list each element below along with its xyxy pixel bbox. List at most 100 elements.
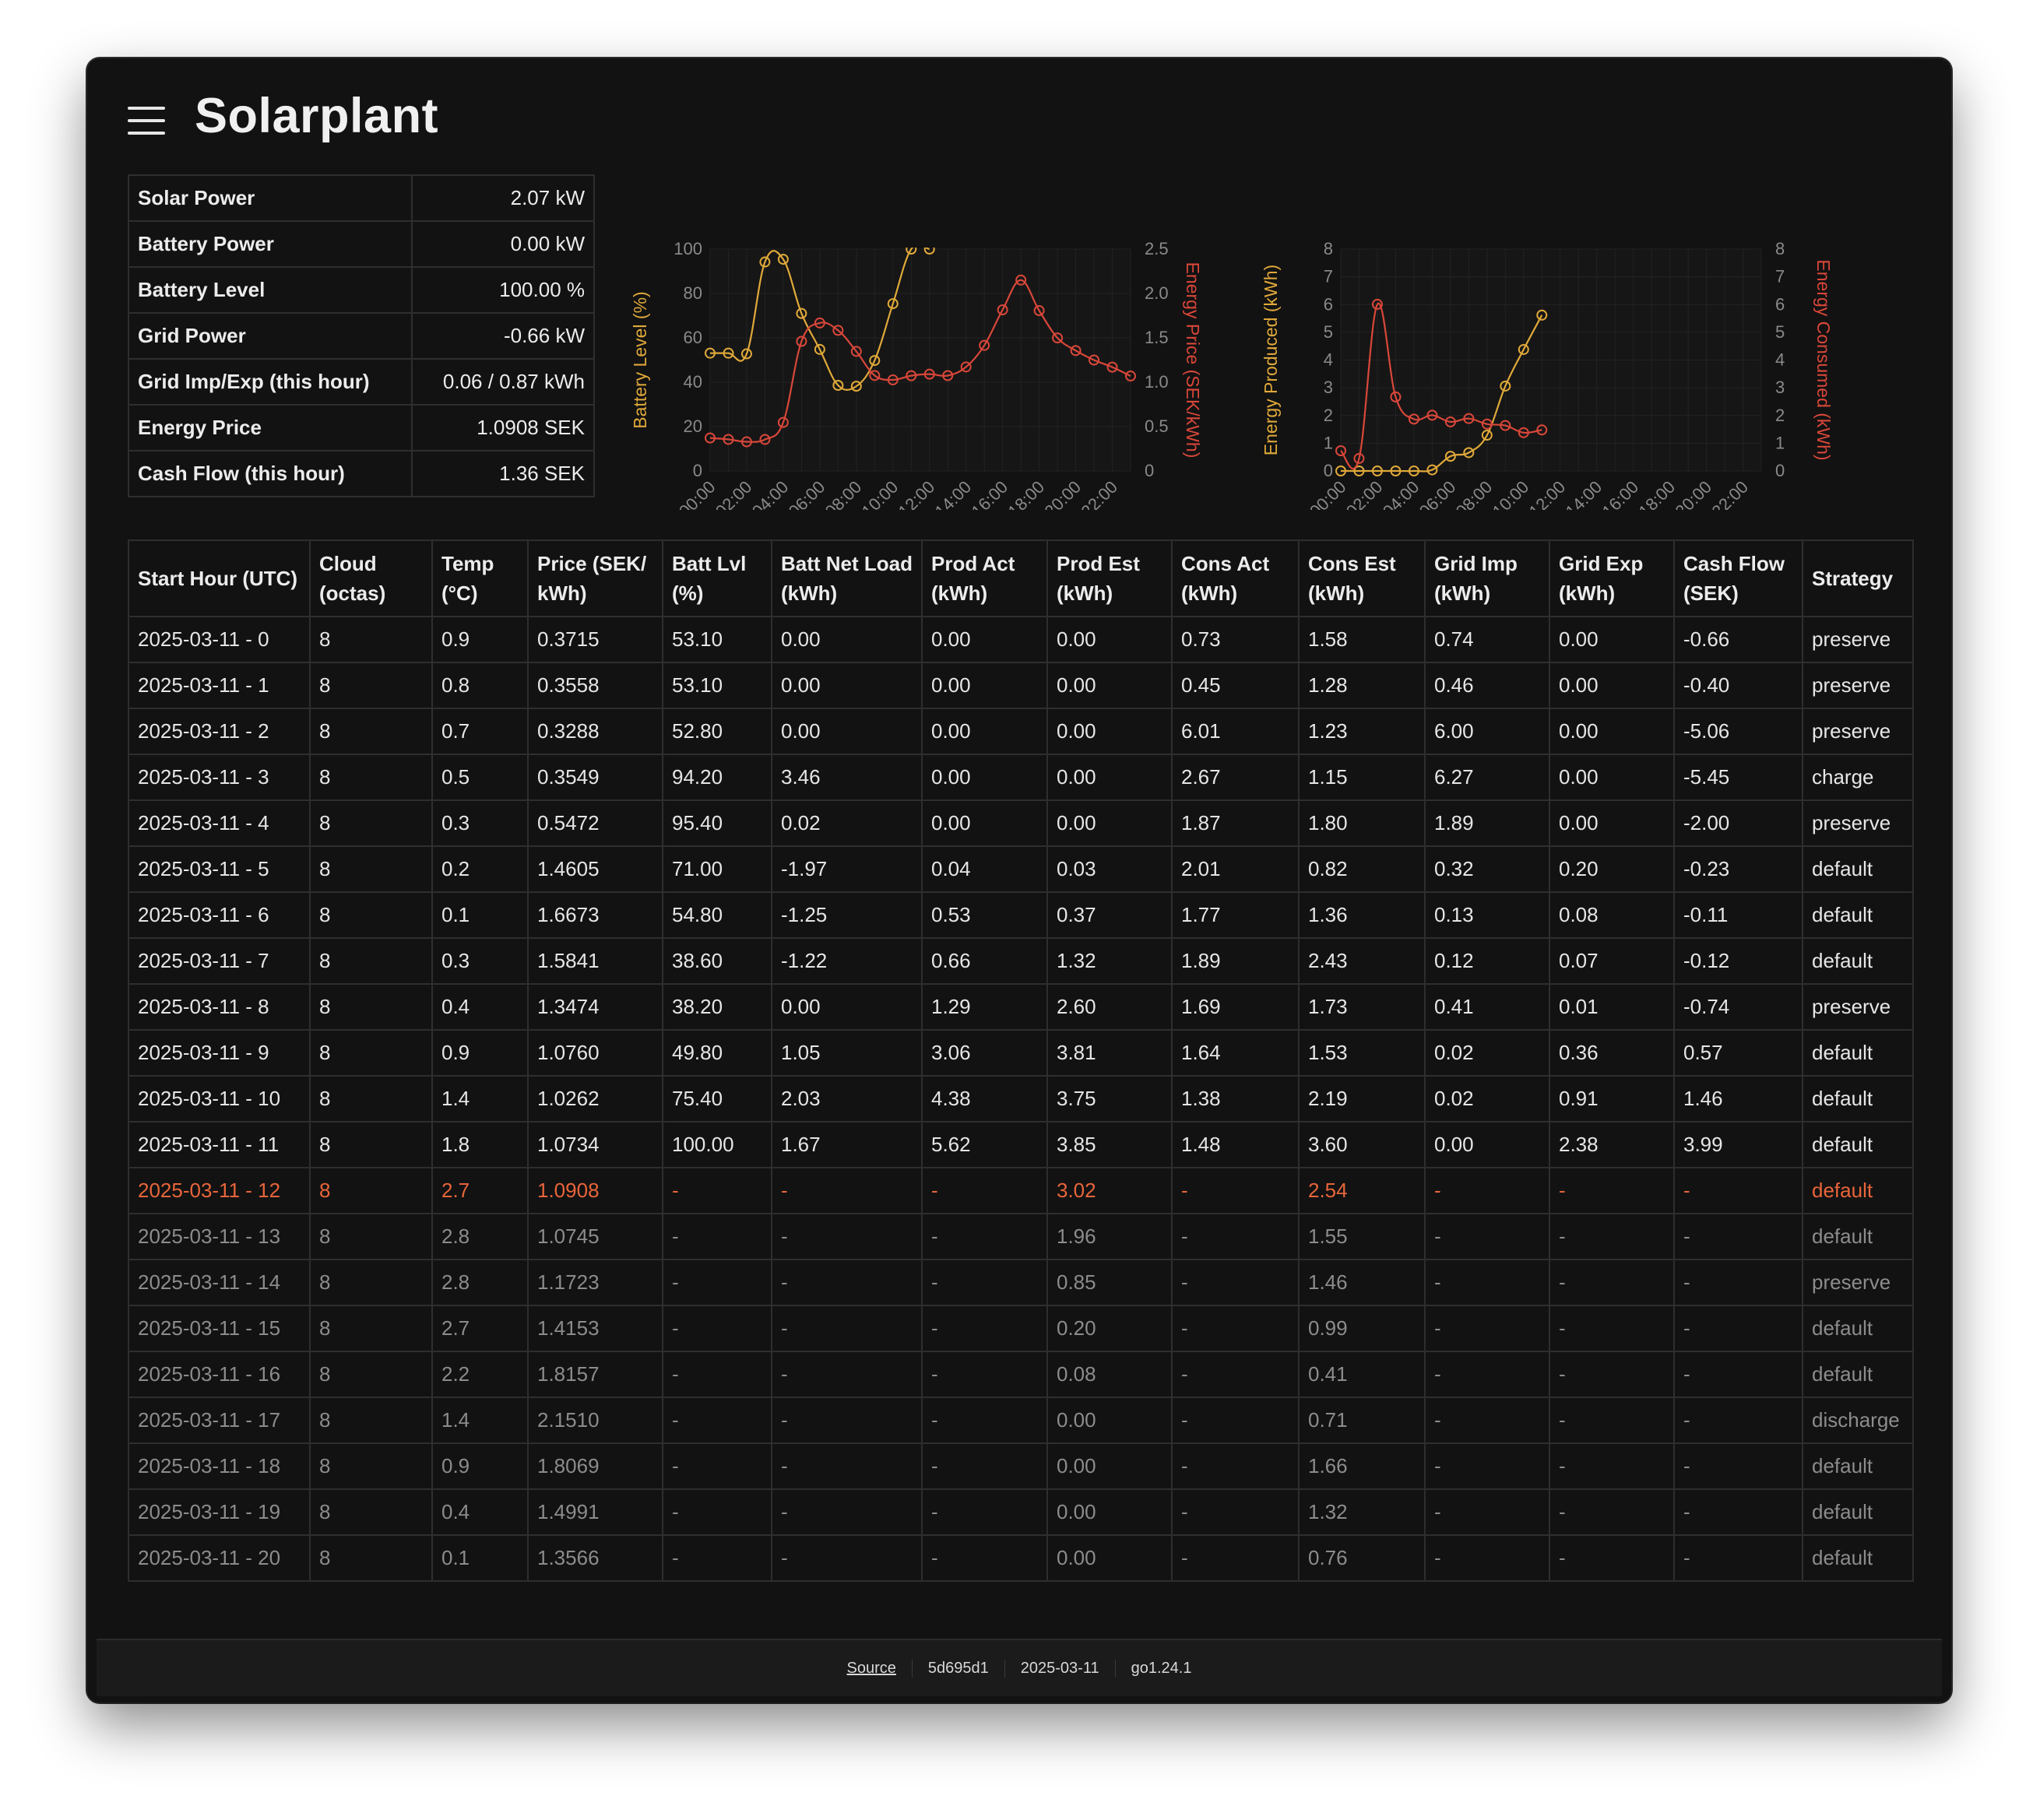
x-tick-label: 10:00 [858,477,902,510]
table-cell: 0.3715 [527,616,663,663]
y-left-tick-label: 0 [1324,461,1333,480]
column-header: Prod Act (kWh) [921,539,1048,617]
table-cell: - [1424,1213,1550,1260]
table-cell: 0.00 [1549,799,1675,847]
table-cell: preserve [1802,662,1914,709]
table-cell: 1.3566 [527,1534,663,1582]
x-tick-label: 00:00 [1306,477,1350,510]
y-right-tick-label: 3 [1775,378,1785,397]
table-cell: - [1424,1259,1550,1306]
table-cell: 8 [309,937,433,985]
table-cell: - [1549,1397,1675,1444]
app-window: Solarplant Solar Power 2.07 kW Battery Pow… [87,58,1951,1702]
table-cell: -1.97 [771,845,923,893]
y-right-tick-label: 6 [1775,294,1785,314]
summary-row: Grid Imp/Exp (this hour) 0.06 / 0.87 kWh [128,358,595,406]
table-cell: 1.32 [1298,1488,1426,1536]
table-cell: 0.7 [431,708,529,755]
table-cell: 2025-03-11 - 9 [128,1029,311,1077]
table-cell: 71.00 [662,845,772,893]
table-cell: 2025-03-11 - 12 [128,1167,311,1214]
y-right-tick-label: 0 [1775,461,1785,480]
table-cell: 0.00 [1549,708,1675,755]
table-cell: 1.80 [1298,799,1426,847]
y-left-tick-label: 0 [693,461,702,480]
table-cell: 1.64 [1171,1029,1300,1077]
table-cell: 8 [309,1534,433,1582]
table-row: 2025-03-11 - 15 8 2.7 1.4153- - -0.20-0.99- - -… [128,1305,1914,1352]
table-cell: 0.3549 [527,754,663,801]
table-cell: - [1549,1213,1675,1260]
column-header: Prod Est (kWh) [1046,539,1173,617]
table-cell: 2.7 [431,1305,529,1352]
table-cell: default [1802,1442,1914,1490]
table-cell: - [1171,1259,1300,1306]
table-cell: 0.9 [431,1029,529,1077]
table-cell: charge [1802,754,1914,801]
table-cell: -2.00 [1673,799,1803,847]
table-cell: default [1802,937,1914,985]
table-cell: - [662,1305,772,1352]
table-header-row: Start Hour (UTC) Cloud (octas) Temp (°C) Pr… [128,539,1914,617]
column-header: Cons Est (kWh) [1298,539,1426,617]
page-title: Solarplant [195,89,439,143]
table-cell: - [1549,1259,1675,1306]
y-right-tick-label: 1 [1775,433,1785,452]
table-cell: 1.4605 [527,845,663,893]
table-row: 2025-03-11 - 1 8 0.8 0.3558 53.10 0.00 0.00 0.0… [128,662,1914,709]
table-cell: 2.1510 [527,1397,663,1444]
table-cell: default [1802,1488,1914,1536]
table-cell: - [1171,1534,1300,1582]
table-cell: 3.99 [1673,1121,1803,1168]
table-cell: - [1424,1167,1550,1214]
summary-label: Grid Power [128,312,413,360]
table-cell: 2025-03-11 - 8 [128,983,311,1031]
table-cell: 6.00 [1424,708,1550,755]
table-cell: - [771,1488,923,1536]
table-cell: - [921,1351,1048,1398]
table-cell: 3.06 [921,1029,1048,1077]
table-cell: - [1171,1351,1300,1398]
y-left-axis-label: Energy Produced (kWh) [1261,265,1281,455]
summary-label: Battery Power [128,220,413,268]
summary-value: 100.00 % [411,266,595,314]
summary-row: Cash Flow (this hour) 1.36 SEK [128,450,595,497]
table-row: 2025-03-11 - 7 8 0.3 1.5841 38.60 -1.22 0.66 1.… [128,937,1914,985]
table-cell: 8 [309,1029,433,1077]
table-cell: - [1424,1534,1550,1582]
summary-table: Solar Power 2.07 kW Battery Power 0.00 kW Ba… [128,174,595,497]
table-cell: - [771,1351,923,1398]
table-cell: 8 [309,616,433,663]
column-header: Batt Lvl (%) [662,539,772,617]
table-cell: 54.80 [662,891,772,939]
table-cell: 52.80 [662,708,772,755]
menu-icon[interactable] [128,107,165,135]
x-tick-label: 04:00 [1379,477,1423,510]
table-cell: preserve [1802,616,1914,663]
table-cell: 0.02 [1424,1075,1550,1123]
table-cell: 1.96 [1046,1213,1173,1260]
table-cell: -0.74 [1673,983,1803,1031]
table-cell: -0.12 [1673,937,1803,985]
column-header: Grid Exp (kWh) [1549,539,1675,617]
y-left-tick-label: 2 [1324,406,1333,425]
table-cell: 49.80 [662,1029,772,1077]
table-cell: 0.00 [921,662,1048,709]
table-cell: - [662,1442,772,1490]
table-cell: 0.12 [1424,937,1550,985]
table-cell: 2025-03-11 - 18 [128,1442,311,1490]
table-row: 2025-03-11 - 4 8 0.3 0.5472 95.40 0.02 0.00 0.0… [128,799,1914,847]
table-cell: 0.5 [431,754,529,801]
table-cell: 6.27 [1424,754,1550,801]
table-cell: 8 [309,708,433,755]
x-tick-label: 10:00 [1489,477,1533,510]
source-link[interactable]: Source [847,1660,896,1677]
table-cell: 0.00 [1046,754,1173,801]
table-cell: - [771,1442,923,1490]
table-cell: preserve [1802,799,1914,847]
table-cell: 8 [309,1259,433,1306]
table-cell: 0.71 [1298,1397,1426,1444]
y-right-tick-label: 0.5 [1145,416,1169,436]
table-cell: 0.2 [431,845,529,893]
table-cell: 0.36 [1549,1029,1675,1077]
